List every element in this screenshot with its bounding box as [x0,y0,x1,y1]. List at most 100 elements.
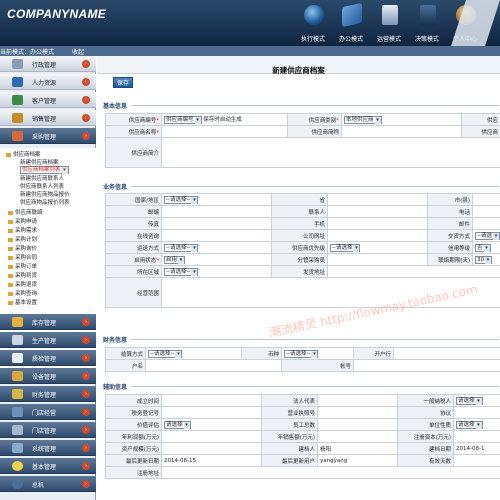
delivery-field[interactable]: --请选 [472,229,500,242]
account-input[interactable] [353,359,500,372]
tree-node[interactable]: 新建供应商物品报价 [20,190,70,198]
country-field[interactable]: --请选择-- [161,193,272,206]
ship-field[interactable]: --请选择-- [161,241,272,254]
tree-node[interactable]: 采购合同 [8,253,37,261]
category-field[interactable]: 本地供应商 [341,113,462,126]
tree-node[interactable]: 采购计划 [8,235,37,243]
tree-node[interactable]: 供应商物品报价列表 [20,198,70,206]
region-field[interactable]: --请选择-- [161,265,272,278]
sidebar-item-admin[interactable]: 行政管理 › [0,56,96,72]
region-select[interactable]: --请选择-- [164,267,199,276]
sidebar-item-basic[interactable]: 基本管理 › [0,458,96,474]
category-select[interactable]: 本地供应商 [344,115,382,124]
section-basic: 基本信息 [103,101,500,110]
validity-input[interactable] [453,454,500,467]
bank-input[interactable] [393,347,500,360]
holder-input[interactable] [145,359,282,372]
staff-input[interactable] [317,418,398,431]
supplier-no-field[interactable]: 供应商编号 保存时自动生成 [161,113,288,126]
sidebar-item-store-admin[interactable]: 门店管理 › [0,422,96,438]
supplier-short-input[interactable] [341,125,462,138]
reg-addr-input[interactable] [161,466,500,479]
reg-capital-input[interactable] [453,430,500,443]
sidebar-item-hr[interactable]: 人力资源 › [0,74,96,90]
contact-input[interactable] [327,205,428,218]
sidebar-item-finance[interactable]: 财务管理 › [0,386,96,402]
tax-select[interactable]: 否 [475,243,491,252]
legal-input[interactable] [317,394,398,407]
tree-node-selected[interactable]: 供应商档案列表 [20,166,69,174]
tree-node[interactable]: 供应商联系人列表 [20,182,64,190]
fax-input[interactable] [161,217,272,230]
license-input[interactable] [317,406,398,419]
consult-input[interactable] [161,229,272,242]
tree-node[interactable]: 采购退货 [8,280,37,288]
profit-input[interactable] [161,430,262,443]
mobile-input[interactable] [327,217,428,230]
category-label: 供应商类别* [287,113,342,126]
settle-select[interactable]: --请选择-- [148,349,183,358]
tree-node[interactable]: 新建供应商联系人 [20,174,64,182]
settle-field[interactable]: --请选择-- [145,347,242,360]
tax-field[interactable]: 否 [472,241,500,254]
tree-node[interactable]: 新建供应商档案 [20,158,59,166]
website-input[interactable] [327,229,428,242]
phone-input[interactable] [472,205,500,218]
delivery-select[interactable]: --请选 [475,231,500,240]
tree-node[interactable]: 采购申请 [8,217,37,225]
taxno-input[interactable] [161,406,262,419]
general-taxpayer-select[interactable]: 请选择 [456,396,483,405]
email-input[interactable] [472,217,500,230]
zip-input[interactable] [161,205,272,218]
unit-field[interactable]: 请选择 [453,418,500,431]
tree-node[interactable]: 采购查询 [8,289,37,297]
enabled-field[interactable]: 启用 [161,253,272,266]
intro-textarea[interactable] [161,137,500,168]
ship-select[interactable]: --请选择-- [164,243,199,252]
priority-select[interactable]: --请选择 [330,243,361,252]
currency-select[interactable]: --请选择-- [284,349,319,358]
supplier-name-input[interactable] [161,125,288,138]
eval-field[interactable]: 请选择 [161,418,262,431]
sidebar-item-inventory[interactable]: 库存管理 › [0,314,96,330]
tree-node[interactable]: 供应商联络 [8,208,43,216]
sidebar-item-store-ops[interactable]: 门店经营 › [0,404,96,420]
sidebar-item-system[interactable]: 系统管理 › [0,440,96,456]
enabled-select[interactable]: 启用 [164,255,186,264]
sidebar-item-switchboard[interactable]: 总机 › [0,476,96,492]
sidebar-item-sales[interactable]: 销售管理 › [0,110,96,126]
folder-icon [8,264,13,269]
contact-period-select[interactable]: 30 [475,255,492,264]
sidebar-item-equipment[interactable]: 设备管理 › [0,368,96,384]
tree-node[interactable]: 采购询价 [8,244,37,252]
agreement-input[interactable] [453,406,500,419]
enabled-label: 启用状态* [105,253,162,266]
asset-input[interactable] [161,442,262,455]
tree-node[interactable]: 供应商档案 [6,150,41,158]
priority-field[interactable]: --请选择 [327,241,428,254]
tree-node[interactable]: 采购需求 [8,226,37,234]
supplier-no-rule-select[interactable]: 供应商编号 [164,115,202,124]
sidebar-item-quality[interactable]: 质检管理 › [0,350,96,366]
ship-addr-input[interactable] [327,265,500,278]
collapse-link[interactable]: 收起 [72,47,84,56]
tree-node[interactable]: 采购订单 [8,262,37,270]
currency-field[interactable]: --请选择-- [281,347,354,360]
unit-select[interactable]: 请选择 [456,420,483,429]
sidebar-item-purchase[interactable]: 采购管理 › [0,128,96,144]
save-button[interactable]: 保存 [113,77,133,88]
lastmod-value: 2014-08-15 [161,454,262,467]
province-input[interactable] [327,193,428,206]
sidebar-item-production[interactable]: 生产管理 › [0,332,96,348]
general-taxpayer-field[interactable]: 请选择 [453,394,500,407]
country-select[interactable]: --请选择-- [164,195,199,204]
found-input[interactable] [161,394,262,407]
sales-input[interactable] [317,430,398,443]
sidebar-item-crm[interactable]: 客户管理 › [0,92,96,108]
eval-select[interactable]: 请选择 [164,420,191,429]
buyer-input[interactable] [327,253,428,266]
contact-period-field[interactable]: 30 [472,253,500,266]
tree-node[interactable]: 采购到货 [8,271,37,279]
city-input[interactable] [472,193,500,206]
tree-node[interactable]: 基本设置 [8,298,37,306]
